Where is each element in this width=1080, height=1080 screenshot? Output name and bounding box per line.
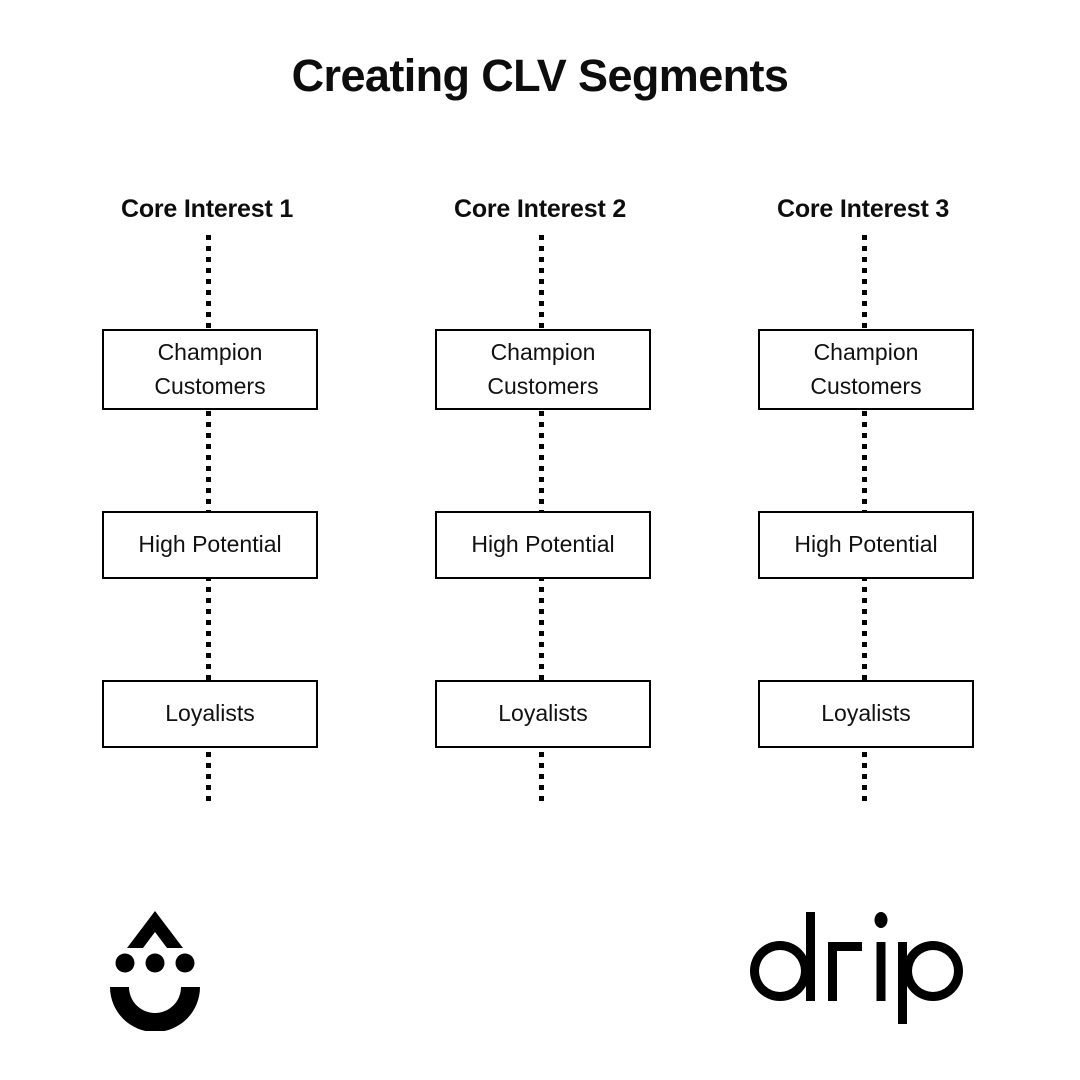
drip-smiley-logo xyxy=(103,905,207,1032)
segment-box-label: Loyalists xyxy=(498,700,588,727)
segment-box-champion-customers[interactable]: Champion Customers xyxy=(435,329,651,410)
dot-left-icon xyxy=(115,953,135,973)
segment-column-2: Core Interest 2 Champion Customers High … xyxy=(390,195,690,835)
segment-box-label: Champion Customers xyxy=(487,339,599,399)
drip-wordmark xyxy=(742,908,992,1028)
page-title: Creating CLV Segments xyxy=(291,50,789,101)
segment-box-loyalists[interactable]: Loyalists xyxy=(102,680,318,748)
segment-box-champion-customers[interactable]: Champion Customers xyxy=(102,329,318,410)
slide-canvas: Creating CLV Segments Core Interest 1 Ch… xyxy=(0,0,1080,1080)
dot-right-icon xyxy=(175,953,195,973)
column-header-1: Core Interest 1 xyxy=(120,195,294,223)
segment-column-3: Core Interest 3 Champion Customers High … xyxy=(713,195,1013,835)
segment-box-label: High Potential xyxy=(138,531,282,558)
segment-column-1: Core Interest 1 Champion Customers High … xyxy=(57,195,357,835)
column-header-3: Core Interest 3 xyxy=(776,195,950,223)
segment-box-high-potential[interactable]: High Potential xyxy=(435,511,651,579)
chevron-icon xyxy=(127,911,183,948)
segment-box-label: High Potential xyxy=(794,531,938,558)
segment-box-high-potential[interactable]: High Potential xyxy=(758,511,974,579)
dot-center-icon xyxy=(145,953,165,973)
segment-box-label: Loyalists xyxy=(165,700,255,727)
segment-box-loyalists[interactable]: Loyalists xyxy=(758,680,974,748)
segment-box-loyalists[interactable]: Loyalists xyxy=(435,680,651,748)
segment-box-champion-customers[interactable]: Champion Customers xyxy=(758,329,974,410)
segment-box-label: Champion Customers xyxy=(154,339,266,399)
segment-columns: Core Interest 1 Champion Customers High … xyxy=(0,195,1080,835)
segment-box-label: Loyalists xyxy=(821,700,911,727)
segment-box-label: Champion Customers xyxy=(810,339,922,399)
smile-arc-icon xyxy=(110,987,200,1032)
segment-box-label: High Potential xyxy=(471,531,615,558)
column-header-2: Core Interest 2 xyxy=(453,195,627,223)
segment-box-high-potential[interactable]: High Potential xyxy=(102,511,318,579)
